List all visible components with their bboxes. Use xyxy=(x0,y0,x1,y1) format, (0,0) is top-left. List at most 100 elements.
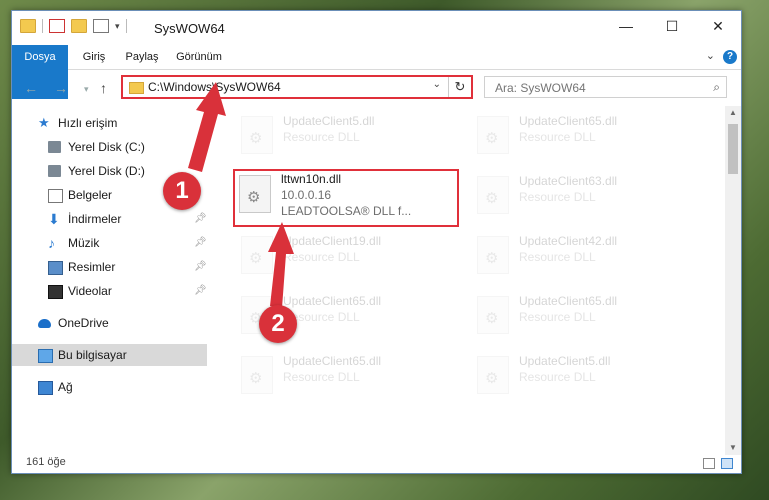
file-item[interactable]: UpdateClient5.dll Resource DLL xyxy=(471,350,701,404)
dll-file-icon xyxy=(241,236,273,274)
sidebar-item-label: Resimler xyxy=(68,260,116,274)
file-description: LEADTOOLSA® DLL f... xyxy=(281,204,412,218)
file-item[interactable]: UpdateClient63.dll Resource DLL xyxy=(471,170,701,224)
sidebar-item-quick-access[interactable]: ★ Hızlı erişim xyxy=(12,112,207,134)
tab-view[interactable]: Görünüm xyxy=(170,45,228,69)
file-item[interactable]: UpdateClient65.dll Resource DLL xyxy=(235,350,465,404)
step-2-badge: 2 xyxy=(259,305,297,343)
details-view-icon[interactable] xyxy=(703,458,715,469)
close-button[interactable]: ✕ xyxy=(695,11,741,41)
sidebar-item-this-pc[interactable]: Bu bilgisayar xyxy=(12,344,207,366)
file-item[interactable]: UpdateClient42.dll Resource DLL xyxy=(471,230,701,284)
documents-icon xyxy=(48,189,63,203)
pin-icon[interactable]: 📌︎ xyxy=(194,256,207,278)
pin-icon[interactable]: 📌︎ xyxy=(194,280,207,302)
file-item[interactable]: UpdateClient65.dll Resource DLL xyxy=(471,290,701,344)
tiles-view-icon[interactable] xyxy=(721,458,733,469)
quick-access-toolbar: ▾ xyxy=(20,19,127,33)
sidebar-item-local-disk-c[interactable]: Yerel Disk (C:) xyxy=(12,136,207,158)
drive-icon xyxy=(48,141,61,153)
recent-locations-icon[interactable]: ▾ xyxy=(84,84,89,95)
file-item-lttwn10n[interactable]: lttwn10n.dll 10.0.0.16 LEADTOOLSA® DLL f… xyxy=(233,169,459,227)
search-icon[interactable]: ⌕ xyxy=(713,80,720,95)
file-name: UpdateClient65.dll xyxy=(283,354,382,368)
folder-icon xyxy=(129,82,144,94)
file-type: Resource DLL xyxy=(283,250,360,264)
customize-icon[interactable] xyxy=(93,19,109,33)
pictures-icon xyxy=(48,261,63,275)
pin-icon[interactable]: 📌︎ xyxy=(194,208,207,230)
file-name: UpdateClient19.dll xyxy=(283,234,382,248)
main-content: ★ Hızlı erişim Yerel Disk (C:) Yerel Dis… xyxy=(12,106,741,455)
file-type: Resource DLL xyxy=(283,370,360,384)
forward-icon[interactable]: → xyxy=(54,80,68,96)
video-icon xyxy=(48,285,63,299)
sidebar-item-onedrive[interactable]: OneDrive xyxy=(12,312,207,334)
maximize-button[interactable]: ☐ xyxy=(649,11,695,41)
file-name: UpdateClient65.dll xyxy=(519,294,618,308)
cloud-icon xyxy=(38,319,51,328)
status-bar: 161 öğe xyxy=(12,455,741,473)
navigation-pane: ★ Hızlı erişim Yerel Disk (C:) Yerel Dis… xyxy=(12,106,207,455)
dll-file-icon xyxy=(239,175,271,213)
file-name: lttwn10n.dll xyxy=(281,172,342,186)
sidebar-item-downloads[interactable]: ⬇ İndirmeler 📌︎ xyxy=(12,208,207,230)
file-list: UpdateClient5.dll Resource DLL UpdateCli… xyxy=(217,106,725,455)
item-count: 161 öğe xyxy=(26,456,66,468)
sidebar-item-videos[interactable]: Videolar 📌︎ xyxy=(12,280,207,302)
scroll-thumb[interactable] xyxy=(728,124,738,174)
tab-share[interactable]: Paylaş xyxy=(118,45,166,69)
dll-file-icon xyxy=(241,356,273,394)
pin-icon[interactable]: 📌︎ xyxy=(194,232,207,254)
sidebar-item-label: Belgeler xyxy=(68,188,113,202)
address-bar[interactable]: C:\Windows\SysWOW64 ⌄ ↻ xyxy=(121,75,473,99)
scroll-down-icon[interactable]: ▼ xyxy=(725,441,741,455)
back-icon[interactable]: ← xyxy=(24,80,38,96)
file-type: Resource DLL xyxy=(519,250,596,264)
file-name: UpdateClient42.dll xyxy=(519,234,618,248)
file-name: UpdateClient65.dll xyxy=(283,294,382,308)
computer-icon xyxy=(38,349,53,363)
title-bar: ▾ SysWOW64 — ☐ ✕ xyxy=(12,11,741,45)
file-version: 10.0.0.16 xyxy=(281,188,332,202)
scroll-up-icon[interactable]: ▲ xyxy=(725,106,741,120)
dll-file-icon xyxy=(477,116,509,154)
vertical-scrollbar[interactable]: ▲ ▼ xyxy=(725,106,741,455)
explorer-window: ▾ SysWOW64 — ☐ ✕ Dosya Giriş Paylaş Görü… xyxy=(11,10,742,474)
download-icon: ⬇ xyxy=(48,211,60,227)
sidebar-item-label: OneDrive xyxy=(58,316,109,330)
separator xyxy=(125,19,127,33)
dll-file-icon xyxy=(477,236,509,274)
search-input[interactable] xyxy=(493,78,697,98)
dll-file-icon xyxy=(477,176,509,214)
tab-home[interactable]: Giriş xyxy=(72,45,116,69)
minimize-button[interactable]: — xyxy=(603,11,649,41)
up-icon[interactable]: ↑ xyxy=(100,80,107,96)
window-title: SysWOW64 xyxy=(154,21,225,36)
new-folder-icon[interactable] xyxy=(71,19,87,33)
properties-icon[interactable] xyxy=(49,19,65,33)
file-item[interactable]: UpdateClient5.dll Resource DLL xyxy=(235,110,465,164)
help-icon[interactable]: ? xyxy=(723,50,737,64)
search-box[interactable]: ⌕ xyxy=(484,76,727,98)
sidebar-item-label: Yerel Disk (D:) xyxy=(68,164,145,178)
file-type: Resource DLL xyxy=(519,310,596,324)
sidebar-item-network[interactable]: Ağ xyxy=(12,376,207,398)
sidebar-item-music[interactable]: ♪ Müzik 📌︎ xyxy=(12,232,207,254)
sidebar-item-label: Ağ xyxy=(58,380,73,394)
file-item[interactable]: UpdateClient19.dll Resource DLL xyxy=(235,230,465,284)
sidebar-item-label: Hızlı erişim xyxy=(58,116,118,130)
sidebar-item-label: Müzik xyxy=(68,236,100,250)
dll-file-icon xyxy=(477,356,509,394)
refresh-icon[interactable]: ↻ xyxy=(448,77,471,97)
sidebar-item-label: Yerel Disk (C:) xyxy=(68,140,145,154)
ribbon-tabs: Dosya Giriş Paylaş Görünüm ⌄ ? xyxy=(12,45,741,99)
chevron-down-icon[interactable]: ▾ xyxy=(115,21,120,32)
address-path[interactable]: C:\Windows\SysWOW64 xyxy=(148,80,281,94)
file-name: UpdateClient5.dll xyxy=(519,354,611,368)
file-item[interactable]: UpdateClient65.dll Resource DLL xyxy=(471,110,701,164)
separator xyxy=(42,19,43,33)
chevron-down-icon[interactable]: ⌄ xyxy=(433,79,441,90)
sidebar-item-pictures[interactable]: Resimler 📌︎ xyxy=(12,256,207,278)
chevron-down-icon[interactable]: ⌄ xyxy=(706,49,715,62)
